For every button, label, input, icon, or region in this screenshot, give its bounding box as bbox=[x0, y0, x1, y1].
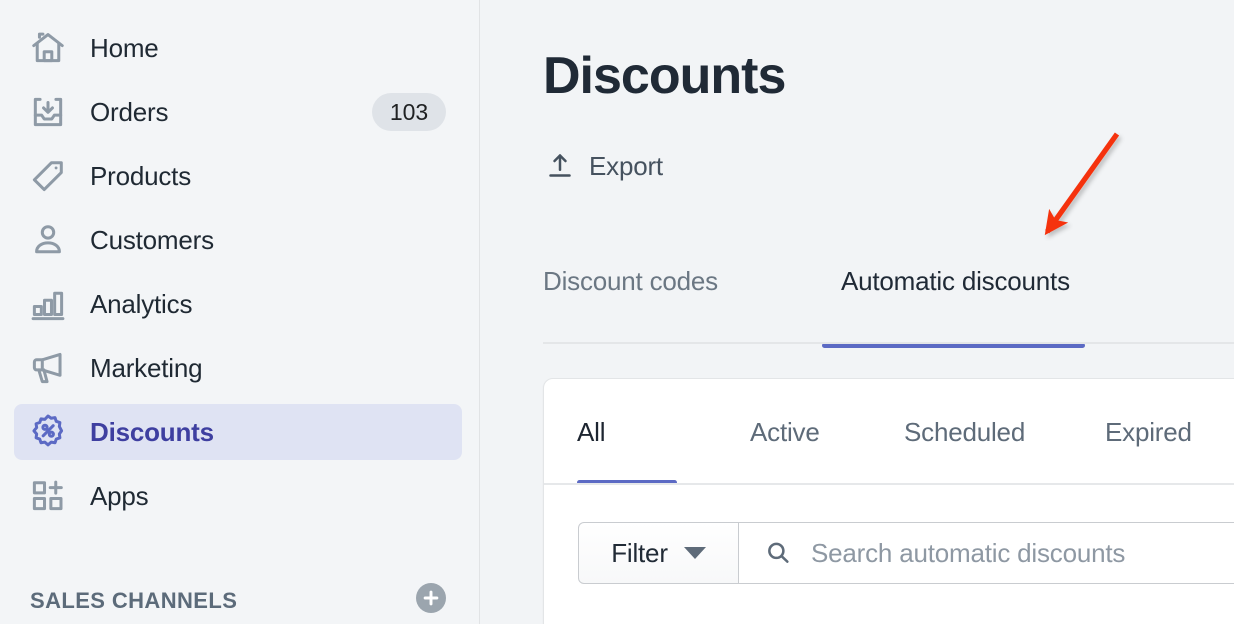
tab-all[interactable]: All bbox=[577, 417, 605, 448]
home-icon bbox=[24, 24, 72, 72]
search-field[interactable]: Search automatic discounts bbox=[739, 522, 1234, 584]
sidebar-item-orders[interactable]: Orders 103 bbox=[14, 84, 462, 140]
status-filter-tabs: All Active Scheduled Expired bbox=[544, 379, 1234, 489]
discounts-icon bbox=[24, 408, 72, 456]
sidebar-item-label: Apps bbox=[90, 480, 149, 511]
chevron-down-icon bbox=[683, 547, 706, 559]
sidebar-item-label: Marketing bbox=[90, 352, 203, 383]
sidebar-item-label: Products bbox=[90, 160, 192, 191]
tab-label: Scheduled bbox=[904, 417, 1026, 447]
tab-label: All bbox=[577, 417, 606, 447]
shopify-admin-screen: Home Orders 103 Products Customers Analy… bbox=[0, 0, 1234, 624]
tab-scheduled[interactable]: Scheduled bbox=[904, 417, 1025, 448]
sidebar-item-home[interactable]: Home bbox=[14, 20, 462, 76]
sidebar-item-products[interactable]: Products bbox=[14, 148, 462, 204]
products-icon bbox=[24, 152, 72, 200]
card-tabs-divider bbox=[544, 483, 1234, 485]
sidebar-item-customers[interactable]: Customers bbox=[14, 212, 462, 268]
sales-channels-label: SALES CHANNELS bbox=[30, 588, 238, 613]
marketing-icon bbox=[24, 344, 72, 392]
sidebar-item-analytics[interactable]: Analytics bbox=[14, 276, 462, 332]
tab-expired[interactable]: Expired bbox=[1105, 417, 1192, 448]
tabs-divider bbox=[543, 342, 1234, 344]
tab-label: Active bbox=[750, 417, 820, 447]
tab-label: Automatic discounts bbox=[841, 266, 1070, 296]
search-icon bbox=[763, 538, 793, 568]
export-button[interactable]: Export bbox=[543, 145, 663, 187]
tab-discount-codes[interactable]: Discount codes bbox=[543, 266, 718, 342]
filter-search-row: Filter Search automatic discounts bbox=[578, 522, 1234, 584]
upload-icon bbox=[543, 149, 577, 183]
sidebar-item-label: Orders bbox=[90, 96, 169, 127]
sidebar-item-apps[interactable]: Apps bbox=[14, 468, 462, 524]
tab-automatic-discounts[interactable]: Automatic discounts bbox=[841, 266, 1070, 342]
apps-icon bbox=[24, 472, 72, 520]
discounts-card: All Active Scheduled Expired Filter Sear… bbox=[543, 378, 1234, 624]
page-title: Discounts bbox=[543, 47, 786, 105]
sidebar-item-marketing[interactable]: Marketing bbox=[14, 340, 462, 396]
export-label: Export bbox=[589, 150, 663, 181]
tab-label: Discount codes bbox=[543, 266, 718, 296]
sidebar-item-label: Home bbox=[90, 32, 159, 63]
sidebar-item-label: Customers bbox=[90, 224, 214, 255]
tab-active[interactable]: Active bbox=[750, 417, 820, 448]
analytics-icon bbox=[24, 280, 72, 328]
customers-icon bbox=[24, 216, 72, 264]
search-input-placeholder[interactable]: Search automatic discounts bbox=[811, 538, 1125, 569]
filter-button[interactable]: Filter bbox=[578, 522, 739, 584]
sidebar-item-discounts[interactable]: Discounts bbox=[14, 404, 462, 460]
sales-channels-section-header: SALES CHANNELS bbox=[30, 583, 450, 617]
sidebar-item-label: Analytics bbox=[90, 288, 193, 319]
sidebar: Home Orders 103 Products Customers Analy… bbox=[0, 0, 480, 624]
plus-circle-icon[interactable] bbox=[416, 583, 446, 613]
sidebar-item-label: Discounts bbox=[90, 416, 214, 447]
filter-label: Filter bbox=[611, 537, 668, 568]
orders-icon bbox=[24, 88, 72, 136]
discount-type-tabs: Discount codes Automatic discounts bbox=[543, 266, 1234, 348]
main-content: Discounts Export Discount codes Automati… bbox=[481, 0, 1234, 624]
tab-label: Expired bbox=[1105, 417, 1192, 447]
orders-count-badge: 103 bbox=[372, 93, 446, 131]
